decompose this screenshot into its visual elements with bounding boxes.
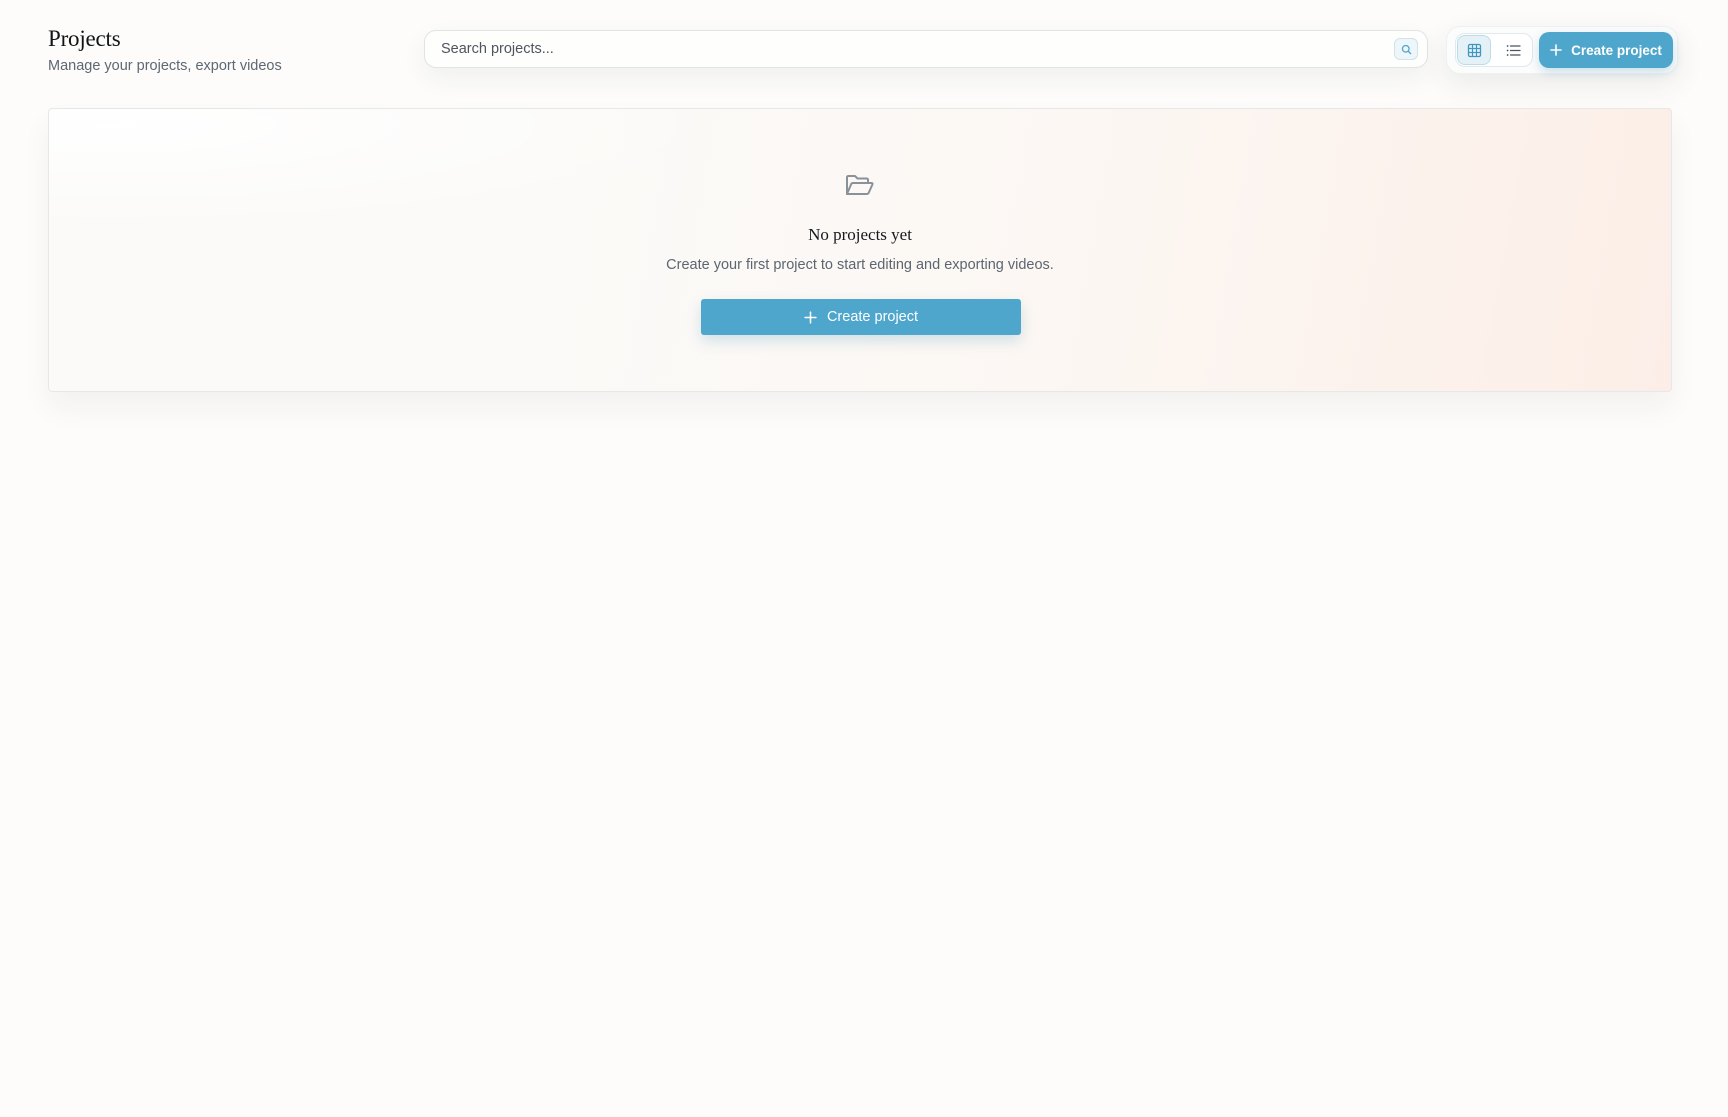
search-box (424, 30, 1428, 68)
empty-create-project-button[interactable]: Create project (701, 299, 1021, 335)
empty-state-description: Create your first project to start editi… (666, 257, 1054, 273)
search-input[interactable] (425, 31, 1341, 67)
search-icon (1401, 44, 1411, 54)
page-subtitle: Manage your projects, export videos (48, 58, 282, 74)
plus-icon (804, 310, 817, 324)
grid-view-button[interactable] (1457, 35, 1491, 65)
page-title: Projects (48, 26, 121, 51)
empty-create-project-label: Create project (826, 309, 919, 325)
search-button[interactable] (1394, 38, 1418, 60)
empty-state-card: No projects yet Create your first projec… (48, 108, 1672, 392)
plus-icon (1550, 44, 1562, 56)
grid-icon (1467, 43, 1481, 57)
create-project-label: Create project (1571, 42, 1662, 58)
list-icon (1506, 44, 1521, 56)
view-toggle (1455, 33, 1533, 67)
create-project-button[interactable]: Create project (1539, 32, 1673, 68)
folder-open-icon (846, 175, 874, 195)
toolbar: Create project (1446, 26, 1678, 74)
list-view-button[interactable] (1496, 35, 1530, 65)
header-title-group: Projects Manage your projects, export vi… (48, 24, 282, 74)
empty-state-title: No projects yet (808, 225, 912, 244)
